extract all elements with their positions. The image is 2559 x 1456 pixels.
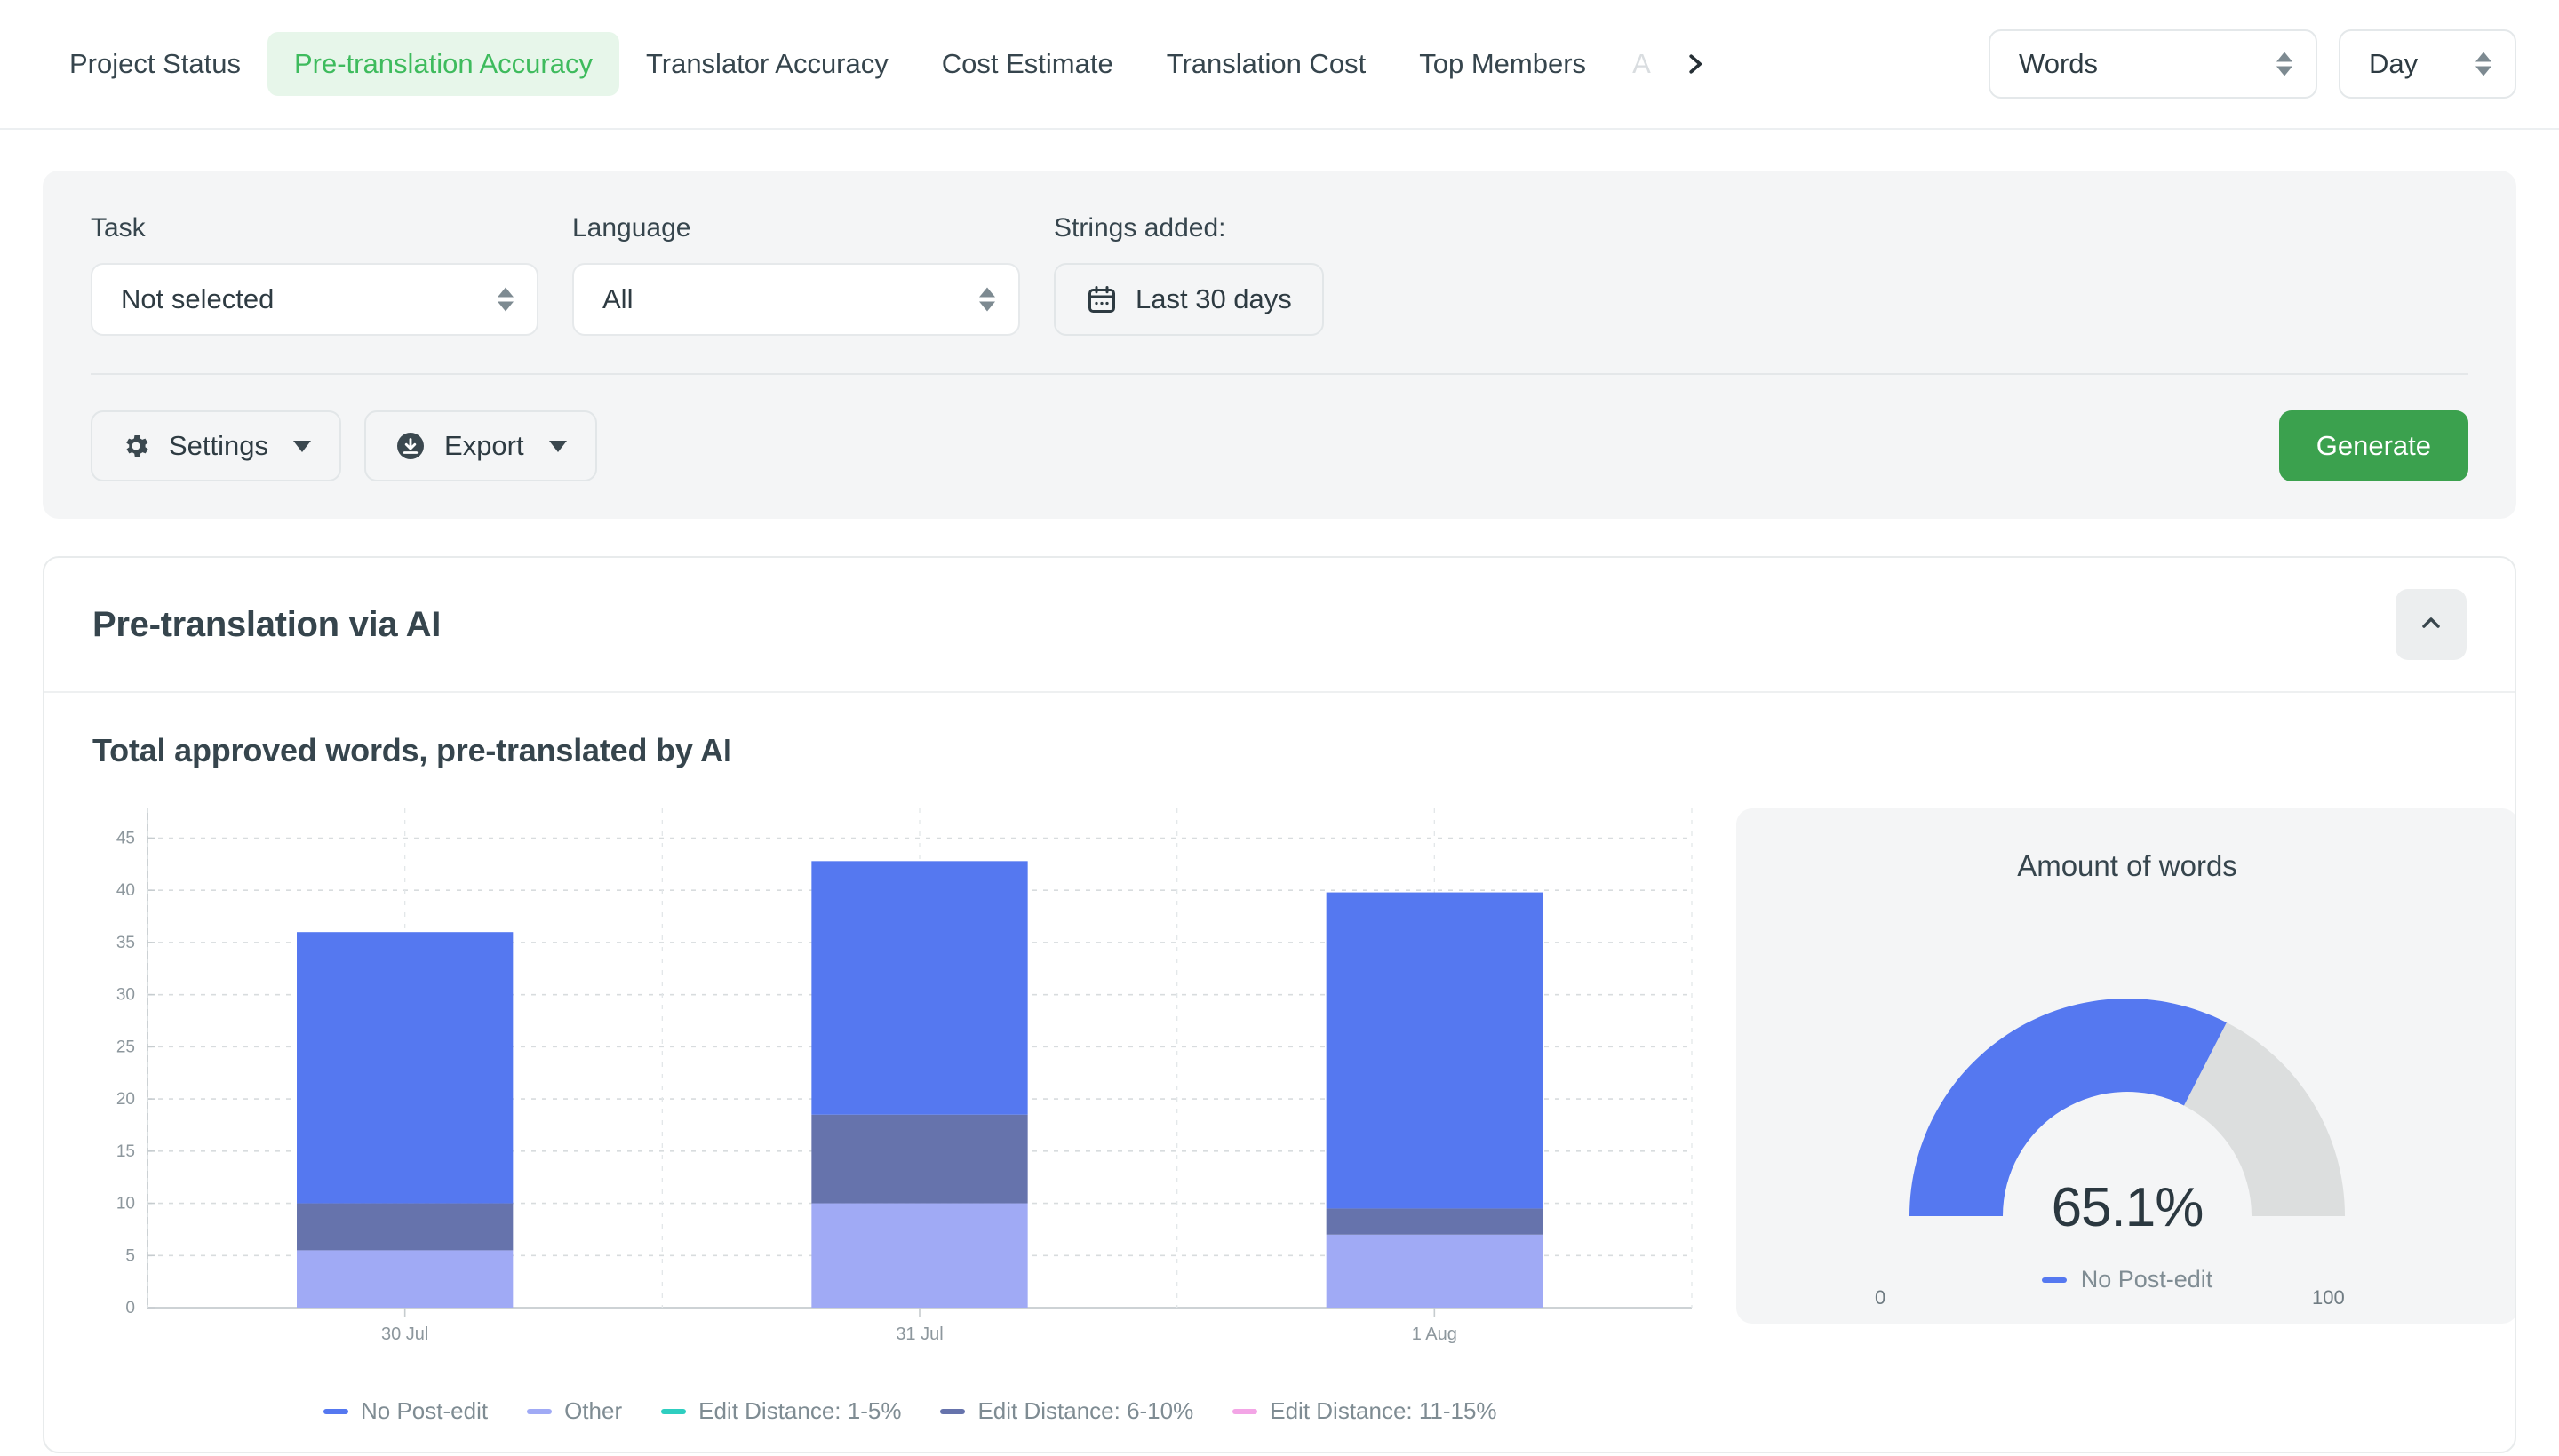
top-select-group: Words Day: [1989, 29, 2516, 99]
calendar-icon: [1086, 283, 1118, 315]
stacked-bar-chart: 0 5 10 15 20 25 30 35 40 45 30 Jul 31 Jul 1 Aug: [92, 801, 1710, 1374]
chart-title: Total approved words, pre-translated by …: [92, 732, 732, 768]
action-row: Settings Export Generate: [91, 410, 2468, 481]
legend-item[interactable]: Edit Distance: 11-15%: [1232, 1397, 1497, 1425]
svg-text:30 Jul: 30 Jul: [381, 1325, 428, 1344]
export-button[interactable]: Export: [364, 410, 597, 481]
tab-cost-estimate[interactable]: Cost Estimate: [915, 32, 1140, 96]
select-arrows-icon: [2276, 52, 2292, 76]
tab-pre-translation-accuracy[interactable]: Pre-translation Accuracy: [267, 32, 619, 96]
legend-label: Edit Distance: 6-10%: [977, 1397, 1194, 1424]
unit-select[interactable]: Words: [1989, 29, 2317, 99]
tab-overflow-partial[interactable]: A: [1613, 32, 1654, 96]
svg-text:1 Aug: 1 Aug: [1412, 1325, 1457, 1344]
legend-swatch: [527, 1408, 553, 1414]
legend-label: Other: [564, 1397, 623, 1424]
period-select-value: Day: [2369, 48, 2419, 79]
tab-project-status[interactable]: Project Status: [43, 32, 267, 96]
select-arrows-icon: [979, 287, 995, 312]
download-circle-icon: [395, 430, 426, 462]
filter-panel: Task Not selected Language All Strings a…: [43, 171, 2516, 519]
svg-text:15: 15: [116, 1142, 135, 1161]
page-content: Task Not selected Language All Strings a…: [0, 130, 2559, 1453]
task-select-value: Not selected: [121, 283, 275, 314]
date-range-button[interactable]: Last 30 days: [1054, 263, 1324, 336]
svg-text:31 Jul: 31 Jul: [896, 1325, 943, 1344]
card-header: Pre-translation via AI: [44, 558, 2515, 693]
legend-label: Edit Distance: 1-5%: [698, 1397, 902, 1424]
svg-text:35: 35: [116, 934, 135, 952]
svg-text:45: 45: [116, 829, 135, 847]
tab-top-members[interactable]: Top Members: [1392, 32, 1613, 96]
strings-added-field: Strings added: Last 30 days: [1054, 213, 1324, 336]
gauge-card: Amount of words 65.1% 0 100 No Post-edit: [1736, 808, 2515, 1324]
period-select[interactable]: Day: [2339, 29, 2516, 99]
tab-translation-cost[interactable]: Translation Cost: [1140, 32, 1393, 96]
pre-translation-card: Pre-translation via AI Total approved wo…: [43, 556, 2516, 1453]
settings-button-label: Settings: [169, 430, 269, 461]
tab-list: Project Status Pre-translation Accuracy …: [43, 32, 1712, 96]
unit-select-value: Words: [2019, 48, 2099, 79]
tab-translator-accuracy[interactable]: Translator Accuracy: [619, 32, 915, 96]
legend-swatch: [1232, 1408, 1258, 1414]
card-title: Pre-translation via AI: [92, 604, 442, 644]
legend-swatch: [2041, 1277, 2067, 1283]
panel-divider: [91, 373, 2468, 375]
legend-label: No Post-edit: [361, 1397, 489, 1424]
export-button-label: Export: [444, 430, 524, 461]
legend-swatch: [661, 1408, 687, 1414]
task-select[interactable]: Not selected: [91, 263, 538, 336]
svg-text:10: 10: [116, 1195, 135, 1213]
legend-swatch: [323, 1408, 348, 1414]
legend-item[interactable]: Edit Distance: 1-5%: [661, 1397, 901, 1425]
language-select[interactable]: All: [572, 263, 1020, 336]
svg-text:25: 25: [116, 1038, 135, 1056]
date-range-value: Last 30 days: [1136, 283, 1292, 314]
legend-item[interactable]: Other: [527, 1397, 622, 1425]
chevron-up-icon: [2417, 609, 2445, 641]
svg-text:30: 30: [116, 986, 135, 1005]
charts-row: 0 5 10 15 20 25 30 35 40 45 30 Jul 31 Jul 1 Aug Amou…: [92, 801, 2515, 1374]
strings-added-label: Strings added:: [1054, 213, 1226, 243]
gear-icon: [121, 431, 151, 461]
gauge-stage: 65.1% 0 100: [1736, 883, 2515, 1309]
gauge-legend-label: No Post-edit: [2080, 1266, 2213, 1293]
task-field: Task Not selected: [91, 213, 538, 336]
legend-item[interactable]: No Post-edit: [323, 1397, 488, 1425]
chevron-down-icon: [293, 440, 312, 452]
settings-button[interactable]: Settings: [91, 410, 342, 481]
chart-legend: No Post-edit Other Edit Distance: 1-5% Edit…: [92, 1374, 2467, 1452]
chevron-down-icon: [548, 440, 567, 452]
gauge-legend[interactable]: No Post-edit: [1736, 1266, 2515, 1293]
svg-text:20: 20: [116, 1090, 135, 1109]
gauge-value: 65.1%: [2051, 1177, 2204, 1238]
legend-swatch: [940, 1408, 966, 1414]
card-body: Total approved words, pre-translated by …: [44, 693, 2515, 1452]
generate-button[interactable]: Generate: [2278, 410, 2468, 481]
language-select-value: All: [602, 283, 634, 314]
legend-item[interactable]: Edit Distance: 6-10%: [940, 1397, 1193, 1425]
top-tab-bar: Project Status Pre-translation Accuracy …: [0, 0, 2559, 130]
svg-text:0: 0: [125, 1299, 135, 1317]
gauge-title: Amount of words: [2017, 849, 2237, 882]
task-label: Task: [91, 213, 146, 243]
stacked-bar-chart-svg[interactable]: 0 5 10 15 20 25 30 35 40 45 30 Jul 31 Jul 1 Aug: [92, 801, 1710, 1370]
chevron-right-icon[interactable]: [1677, 46, 1712, 82]
language-field: Language All: [572, 213, 1020, 336]
filter-row: Task Not selected Language All Strings a…: [91, 213, 2468, 336]
select-arrows-icon: [2475, 52, 2491, 76]
legend-label: Edit Distance: 11-15%: [1270, 1397, 1497, 1424]
collapse-toggle-button[interactable]: [2396, 589, 2467, 660]
language-label: Language: [572, 213, 691, 243]
svg-text:5: 5: [125, 1246, 135, 1265]
select-arrows-icon: [498, 287, 514, 312]
svg-text:40: 40: [116, 881, 135, 900]
